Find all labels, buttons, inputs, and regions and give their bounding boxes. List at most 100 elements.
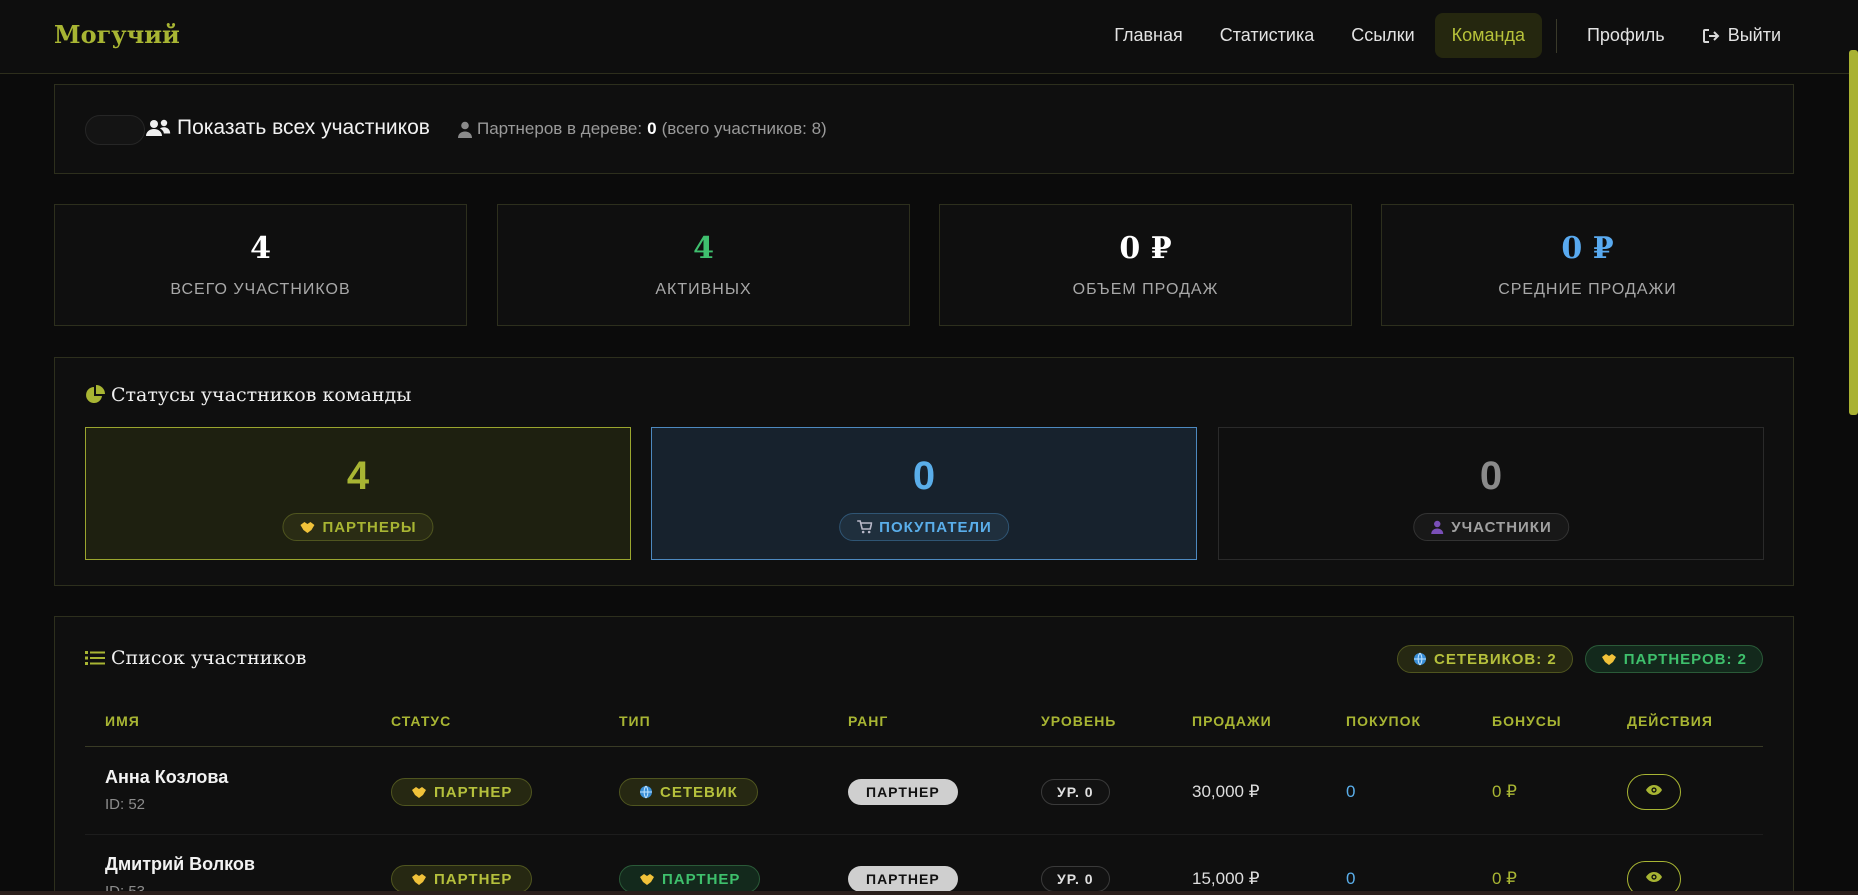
status-badge-label: ПАРТНЕР: [434, 870, 513, 888]
column-header-rank[interactable]: РАНГ: [848, 713, 888, 729]
cart-icon: [856, 520, 873, 534]
handshake-icon: [639, 872, 655, 886]
stat-value: 4: [693, 231, 714, 266]
stat-value: 0 ₽: [1561, 231, 1614, 266]
view-member-button[interactable]: [1627, 861, 1681, 895]
handshake-icon: [411, 785, 427, 799]
main-nav: Главная Статистика Ссылки Команда Профил…: [1094, 13, 1798, 58]
member-sales: 15,000 ₽: [1192, 869, 1260, 888]
status-box-buyers[interactable]: 0 ПОКУПАТЕЛИ: [651, 427, 1197, 560]
status-count: 4: [346, 454, 370, 498]
status-pill-label: УЧАСТНИКИ: [1451, 518, 1552, 536]
section-title-text: Список участников: [111, 647, 307, 669]
status-count: 0: [1479, 454, 1503, 498]
column-header-actions: ДЕЙСТВИЯ: [1627, 713, 1713, 729]
nav-label: Профиль: [1586, 25, 1665, 45]
members-list-card: Список участников СЕТЕВИКОВ: 2 ПАРТНЕРОВ…: [54, 616, 1794, 895]
eye-icon: [1645, 870, 1663, 888]
nav-divider: [1555, 18, 1557, 53]
status-badge-label: ПАРТНЕР: [434, 783, 513, 801]
stat-card-total: 4 ВСЕГО УЧАСТНИКОВ: [54, 204, 467, 326]
status-pill: ПАРТНЕРЫ: [282, 513, 434, 541]
user-tie-icon: [457, 121, 473, 138]
column-header-status[interactable]: СТАТУС: [391, 713, 451, 729]
brand-logo[interactable]: Могучий: [54, 20, 180, 49]
nav-item-logout[interactable]: Выйти: [1685, 13, 1798, 58]
list-icon: [85, 650, 105, 666]
member-id: ID: 52: [105, 796, 146, 813]
globe-icon: [639, 785, 653, 799]
member-name[interactable]: Дмитрий Волков: [105, 854, 255, 875]
member-bonuses: 0 ₽: [1492, 869, 1517, 888]
status-pill-label: ПАРТНЕРЫ: [322, 518, 417, 536]
scrollbar-thumb[interactable]: [1849, 50, 1858, 415]
members-list-title: Список участников: [85, 647, 306, 669]
type-badge-label: ПАРТНЕР: [662, 870, 741, 888]
nav-label: Статистика: [1219, 25, 1315, 45]
tree-info: Партнеров в дереве: 0 (всего участников:…: [457, 119, 827, 139]
stat-label: СРЕДНИЕ ПРОДАЖИ: [1498, 281, 1677, 298]
users-icon: [145, 118, 171, 138]
column-header-name[interactable]: ИМЯ: [105, 713, 140, 729]
status-box-participants[interactable]: 0 УЧАСТНИКИ: [1218, 427, 1764, 560]
handshake-icon: [411, 872, 427, 886]
column-header-level[interactable]: УРОВЕНЬ: [1041, 713, 1116, 729]
stat-label: АКТИВНЫХ: [655, 281, 752, 298]
member-purchases[interactable]: 0: [1346, 782, 1355, 802]
nav-label: Главная: [1114, 25, 1183, 45]
stat-card-sales-volume: 0 ₽ ОБЪЕМ ПРОДАЖ: [939, 204, 1352, 326]
rank-badge: ПАРТНЕР: [848, 866, 958, 892]
nav-item-team[interactable]: Команда: [1434, 13, 1542, 58]
member-bonuses: 0 ₽: [1492, 782, 1517, 801]
nav-item-home[interactable]: Главная: [1097, 13, 1200, 58]
section-title-text: Статусы участников команды: [111, 384, 412, 406]
show-all-toggle[interactable]: [85, 115, 145, 145]
top-navbar: Могучий Главная Статистика Ссылки Команд…: [0, 0, 1858, 74]
networkers-count-badge: СЕТЕВИКОВ: 2: [1396, 645, 1573, 673]
badge-text: СЕТЕВИКОВ: 2: [1433, 650, 1557, 668]
nav-item-links[interactable]: Ссылки: [1334, 13, 1431, 58]
status-box-partners[interactable]: 4 ПАРТНЕРЫ: [85, 427, 631, 560]
view-member-button[interactable]: [1627, 774, 1681, 810]
status-pill-label: ПОКУПАТЕЛИ: [879, 518, 992, 536]
tree-suffix: (всего участников: 8): [661, 119, 827, 138]
eye-icon: [1645, 783, 1663, 801]
rank-badge: ПАРТНЕР: [848, 779, 958, 805]
badge-text: ПАРТНЕРОВ: 2: [1623, 650, 1747, 668]
partners-count-badge: ПАРТНЕРОВ: 2: [1584, 645, 1763, 673]
nav-label: Команда: [1451, 25, 1525, 45]
status-pill: УЧАСТНИКИ: [1413, 513, 1569, 541]
member-purchases[interactable]: 0: [1346, 869, 1355, 889]
column-header-sales[interactable]: ПРОДАЖИ: [1192, 713, 1272, 729]
column-header-purchases[interactable]: ПОКУПОК: [1346, 713, 1421, 729]
pie-chart-icon: [85, 385, 105, 405]
row-divider: [85, 834, 1763, 835]
globe-icon: [1413, 652, 1427, 666]
type-badge: ПАРТНЕР: [619, 865, 761, 893]
status-count: 0: [912, 454, 936, 498]
nav-item-profile[interactable]: Профиль: [1570, 13, 1682, 58]
nav-item-statistics[interactable]: Статистика: [1203, 13, 1332, 58]
member-count-badges: СЕТЕВИКОВ: 2 ПАРТНЕРОВ: 2: [1385, 645, 1763, 673]
member-sales: 30,000 ₽: [1192, 782, 1260, 801]
stat-value: 4: [250, 231, 271, 266]
type-badge: СЕТЕВИК: [619, 778, 758, 806]
status-pill: ПОКУПАТЕЛИ: [839, 513, 1009, 541]
column-header-bonuses[interactable]: БОНУСЫ: [1492, 713, 1562, 729]
status-badge: ПАРТНЕР: [391, 865, 533, 893]
team-status-card: Статусы участников команды 4 ПАРТНЕРЫ 0 …: [54, 357, 1794, 586]
user-icon: [1430, 520, 1444, 534]
show-all-card: Показать всех участников Партнеров в дер…: [54, 84, 1794, 174]
show-all-label-wrap: Показать всех участников: [145, 116, 430, 140]
stat-card-avg-sales: 0 ₽ СРЕДНИЕ ПРОДАЖИ: [1381, 204, 1794, 326]
level-badge: УР. 0: [1041, 866, 1110, 892]
status-badge: ПАРТНЕР: [391, 778, 533, 806]
stat-label: ОБЪЕМ ПРОДАЖ: [1072, 281, 1219, 298]
column-header-type[interactable]: ТИП: [619, 713, 651, 729]
member-name[interactable]: Анна Козлова: [105, 767, 228, 788]
stat-value: 0 ₽: [1119, 231, 1172, 266]
handshake-icon: [1601, 652, 1617, 666]
stat-label: ВСЕГО УЧАСТНИКОВ: [170, 281, 351, 298]
level-badge: УР. 0: [1041, 779, 1110, 805]
stat-card-active: 4 АКТИВНЫХ: [497, 204, 910, 326]
